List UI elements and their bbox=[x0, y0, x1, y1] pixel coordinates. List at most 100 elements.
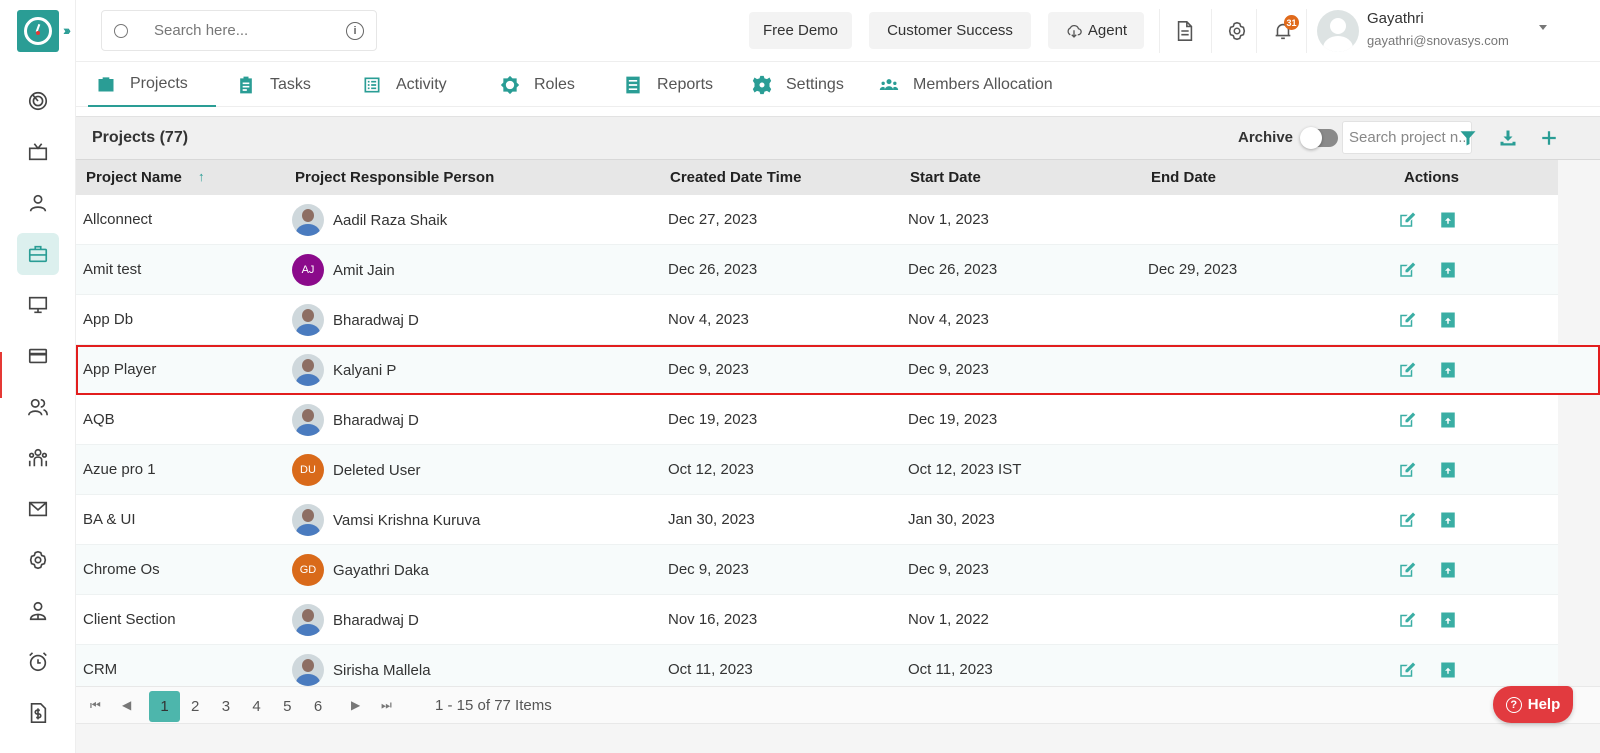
global-search-input[interactable] bbox=[154, 22, 344, 39]
edit-button[interactable] bbox=[1398, 611, 1416, 629]
user-menu[interactable]: Gayathri gayathri@snovasys.com bbox=[1306, 9, 1600, 53]
sidebar-item-screens[interactable] bbox=[17, 284, 59, 326]
page-1[interactable]: 1 bbox=[149, 691, 180, 722]
project-name[interactable]: Allconnect bbox=[83, 211, 152, 228]
col-project-name[interactable]: Project Name bbox=[86, 169, 182, 186]
page-2[interactable]: 2 bbox=[180, 691, 211, 722]
tab-members-allocation[interactable]: Members Allocation bbox=[879, 63, 1053, 107]
tab-reports[interactable]: Reports bbox=[623, 63, 713, 107]
archive-button[interactable] bbox=[1439, 611, 1457, 629]
table-row[interactable]: BA & UI Vamsi Krishna Kuruva Jan 30, 202… bbox=[76, 495, 1558, 545]
expand-sidebar-icon[interactable]: ››› bbox=[63, 22, 71, 38]
col-end-date[interactable]: End Date bbox=[1151, 169, 1216, 186]
notifications-button[interactable]: 31 bbox=[1256, 9, 1308, 53]
project-name[interactable]: App Player bbox=[83, 361, 156, 378]
edit-button[interactable] bbox=[1398, 661, 1416, 679]
tab-activity[interactable]: Activity bbox=[362, 63, 447, 107]
page-3[interactable]: 3 bbox=[210, 691, 241, 722]
prev-page-icon[interactable]: ◀ bbox=[122, 698, 131, 712]
edit-button[interactable] bbox=[1398, 511, 1416, 529]
page-5[interactable]: 5 bbox=[272, 691, 303, 722]
table-row[interactable]: Chrome Os GD Gayathri Daka Dec 9, 2023 De… bbox=[76, 545, 1558, 595]
app-logo[interactable] bbox=[17, 10, 59, 52]
avatar: GD bbox=[292, 554, 324, 586]
sidebar-item-timesheet[interactable] bbox=[17, 641, 59, 683]
col-responsible-person[interactable]: Project Responsible Person bbox=[295, 169, 494, 186]
sidebar-item-mail[interactable] bbox=[17, 488, 59, 530]
edit-button[interactable] bbox=[1398, 361, 1416, 379]
sidebar-item-team[interactable] bbox=[17, 437, 59, 479]
help-button[interactable]: ? Help bbox=[1493, 686, 1573, 723]
free-demo-button[interactable]: Free Demo bbox=[749, 12, 852, 49]
project-name[interactable]: App Db bbox=[83, 311, 133, 328]
table-row[interactable]: App Db Bharadwaj D Nov 4, 2023 Nov 4, 20… bbox=[76, 295, 1558, 345]
chevron-down-icon[interactable] bbox=[1539, 25, 1547, 30]
edit-button[interactable] bbox=[1398, 211, 1416, 229]
last-page-icon[interactable]: ⏭ bbox=[381, 698, 392, 713]
filter-button[interactable] bbox=[1457, 127, 1479, 149]
toggle-knob bbox=[1300, 127, 1322, 149]
page-4[interactable]: 4 bbox=[241, 691, 272, 722]
download-button[interactable] bbox=[1497, 127, 1519, 149]
project-name[interactable]: Azue pro 1 bbox=[83, 461, 156, 478]
edit-button[interactable] bbox=[1398, 261, 1416, 279]
gear-icon bbox=[1228, 21, 1245, 41]
add-project-button[interactable] bbox=[1538, 127, 1560, 149]
tab-settings[interactable]: Settings bbox=[752, 63, 844, 107]
first-page-icon[interactable]: ⏮ bbox=[90, 698, 101, 713]
customer-success-button[interactable]: Customer Success bbox=[869, 12, 1031, 49]
archive-button[interactable] bbox=[1439, 211, 1457, 229]
edit-button[interactable] bbox=[1398, 311, 1416, 329]
sidebar-item-live[interactable] bbox=[17, 131, 59, 173]
project-name[interactable]: CRM bbox=[83, 661, 117, 678]
tab-roles[interactable]: Roles bbox=[500, 63, 575, 107]
sort-asc-icon[interactable]: ↑ bbox=[198, 169, 205, 184]
sidebar-item-invoices[interactable] bbox=[17, 692, 59, 734]
table-row[interactable]: App Player Kalyani P Dec 9, 2023 Dec 9, … bbox=[76, 345, 1600, 395]
archive-toggle[interactable] bbox=[1300, 127, 1338, 149]
project-name[interactable]: BA & UI bbox=[83, 511, 136, 528]
archive-button[interactable] bbox=[1439, 661, 1457, 679]
report-icon bbox=[626, 76, 640, 94]
project-search-input[interactable] bbox=[1342, 121, 1472, 154]
edit-button[interactable] bbox=[1398, 561, 1416, 579]
sidebar-item-billing[interactable] bbox=[17, 335, 59, 377]
sidebar-item-dashboard[interactable] bbox=[17, 80, 59, 122]
agent-button[interactable]: Agent bbox=[1048, 12, 1144, 49]
table-row[interactable]: Azue pro 1 DU Deleted User Oct 12, 2023 O… bbox=[76, 445, 1558, 495]
project-name[interactable]: Chrome Os bbox=[83, 561, 160, 578]
tab-projects[interactable]: Projects bbox=[88, 63, 216, 107]
sidebar-item-employee[interactable] bbox=[17, 590, 59, 632]
documents-button[interactable] bbox=[1159, 9, 1209, 53]
sidebar-item-users[interactable] bbox=[17, 386, 59, 428]
document-icon bbox=[1177, 21, 1192, 41]
archive-button[interactable] bbox=[1439, 311, 1457, 329]
archive-button[interactable] bbox=[1439, 511, 1457, 529]
table-row[interactable]: Amit test AJ Amit Jain Dec 26, 2023 Dec 2… bbox=[76, 245, 1558, 295]
next-page-icon[interactable]: ▶ bbox=[351, 698, 360, 712]
archive-button[interactable] bbox=[1439, 461, 1457, 479]
table-row[interactable]: Client Section Bharadwaj D Nov 16, 2023 … bbox=[76, 595, 1558, 645]
col-start-date[interactable]: Start Date bbox=[910, 169, 981, 186]
sidebar-item-profile[interactable] bbox=[17, 182, 59, 224]
archive-button[interactable] bbox=[1439, 411, 1457, 429]
sidebar-item-projects[interactable] bbox=[17, 233, 59, 275]
page-6[interactable]: 6 bbox=[303, 691, 334, 722]
edit-icon bbox=[1400, 512, 1416, 527]
info-icon[interactable]: i bbox=[346, 21, 364, 40]
edit-button[interactable] bbox=[1398, 461, 1416, 479]
table-row[interactable]: Allconnect Aadil Raza Shaik Dec 27, 2023… bbox=[76, 195, 1558, 245]
tab-tasks[interactable]: Tasks bbox=[236, 63, 311, 107]
project-name[interactable]: Client Section bbox=[83, 611, 176, 628]
edit-button[interactable] bbox=[1398, 411, 1416, 429]
sidebar-item-settings[interactable] bbox=[17, 539, 59, 581]
col-created-date[interactable]: Created Date Time bbox=[670, 169, 801, 186]
table-body: Allconnect Aadil Raza Shaik Dec 27, 2023… bbox=[76, 195, 1600, 695]
archive-button[interactable] bbox=[1439, 261, 1457, 279]
archive-button[interactable] bbox=[1439, 361, 1457, 379]
archive-button[interactable] bbox=[1439, 561, 1457, 579]
project-name[interactable]: Amit test bbox=[83, 261, 141, 278]
project-name[interactable]: AQB bbox=[83, 411, 115, 428]
settings-button[interactable] bbox=[1211, 9, 1261, 53]
table-row[interactable]: AQB Bharadwaj D Dec 19, 2023 Dec 19, 202… bbox=[76, 395, 1558, 445]
